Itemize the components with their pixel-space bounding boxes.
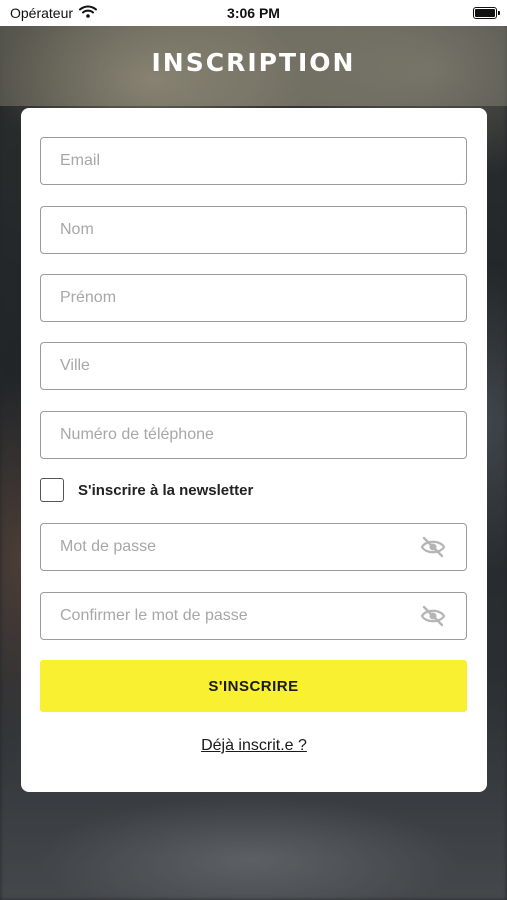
newsletter-checkbox[interactable]	[40, 478, 64, 502]
prenom-placeholder: Prénom	[60, 289, 117, 306]
status-left: Opérateur	[10, 5, 98, 21]
eye-off-icon[interactable]	[420, 605, 446, 627]
battery-icon	[473, 7, 500, 19]
newsletter-label[interactable]: S'inscrire à la newsletter	[78, 482, 253, 499]
telephone-placeholder: Numéro de téléphone	[60, 426, 214, 443]
nom-placeholder: Nom	[60, 221, 94, 238]
page-title: INSCRIPTION	[151, 48, 356, 77]
prenom-field[interactable]: Prénom	[40, 274, 467, 322]
eye-off-icon[interactable]	[420, 536, 446, 558]
email-field[interactable]: Email	[40, 137, 467, 185]
wifi-icon	[79, 5, 98, 21]
signup-button-label: S'INSCRIRE	[208, 677, 299, 695]
already-registered-link[interactable]: Déjà inscrit.e ?	[21, 737, 487, 755]
newsletter-row: S'inscrire à la newsletter	[40, 478, 253, 502]
password-field[interactable]: Mot de passe	[40, 523, 467, 571]
carrier-label: Opérateur	[10, 5, 74, 21]
confirm-password-field[interactable]: Confirmer le mot de passe	[40, 592, 467, 640]
ville-placeholder: Ville	[60, 357, 90, 374]
password-placeholder: Mot de passe	[60, 538, 157, 555]
telephone-field[interactable]: Numéro de téléphone	[40, 411, 467, 459]
signup-button[interactable]: S'INSCRIRE	[40, 660, 467, 712]
email-placeholder: Email	[60, 152, 101, 169]
signup-card: Email Nom Prénom Ville Numéro de télépho…	[21, 108, 487, 792]
ville-field[interactable]: Ville	[40, 342, 467, 390]
status-bar: Opérateur 3:06 PM	[0, 0, 507, 26]
nom-field[interactable]: Nom	[40, 206, 467, 254]
confirm-password-placeholder: Confirmer le mot de passe	[60, 607, 248, 624]
